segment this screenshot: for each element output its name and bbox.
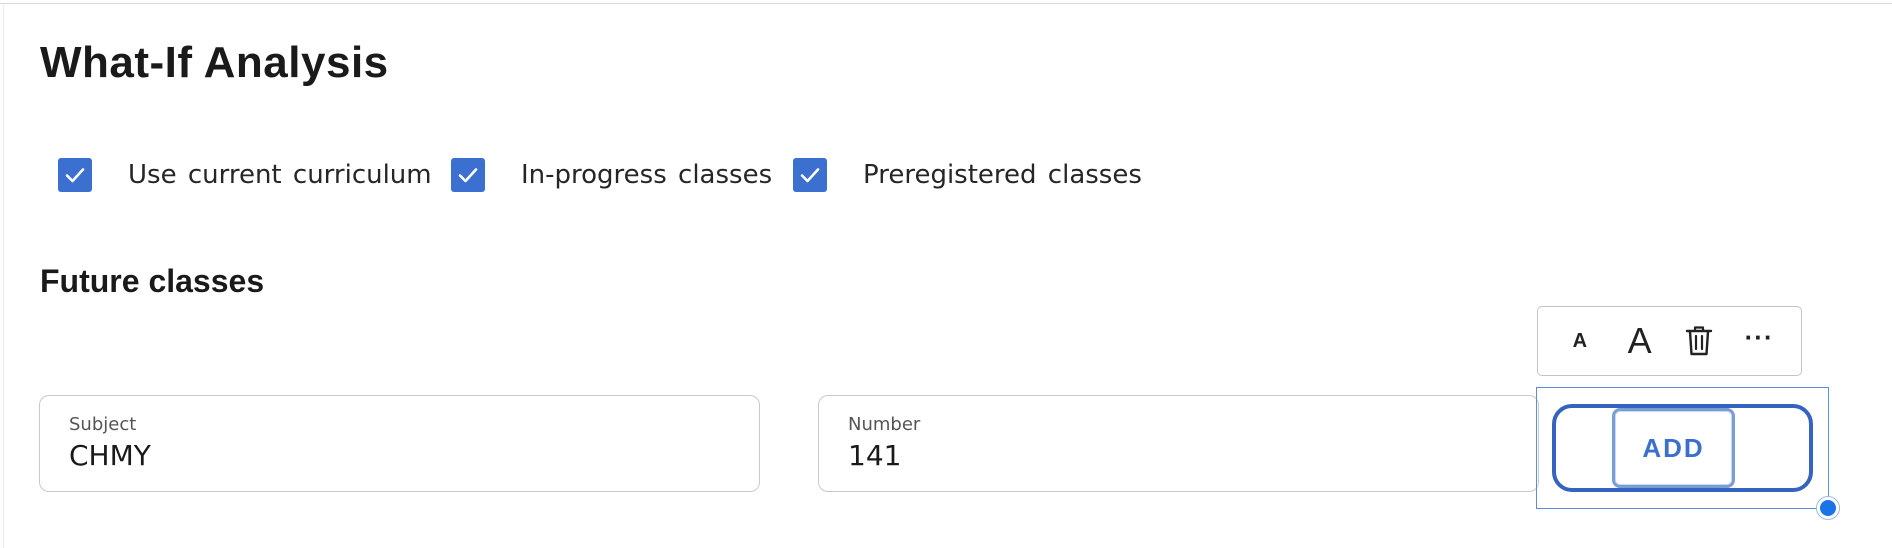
checkbox-in-progress-classes[interactable] <box>451 158 485 192</box>
filter-in-progress-classes[interactable]: In-progress classes <box>451 157 772 193</box>
subject-field[interactable]: Subject <box>39 395 760 492</box>
filter-preregistered-classes[interactable]: Preregistered classes <box>793 157 1142 193</box>
future-classes-heading: Future classes <box>40 263 265 299</box>
number-field[interactable]: Number <box>818 395 1539 492</box>
checkbox-label: Preregistered classes <box>863 160 1142 190</box>
filter-use-current-curriculum[interactable]: Use current curriculum <box>58 157 432 193</box>
resize-handle[interactable] <box>1817 497 1839 519</box>
check-icon <box>458 168 478 183</box>
add-button[interactable]: ADD <box>1612 408 1735 488</box>
check-icon <box>800 168 820 183</box>
checkbox-preregistered-classes[interactable] <box>793 158 827 192</box>
number-input[interactable] <box>848 438 1448 474</box>
subject-label: Subject <box>69 414 137 435</box>
decrease-font-size-button[interactable]: A <box>1558 319 1602 363</box>
subject-input[interactable] <box>69 438 669 474</box>
delete-button[interactable] <box>1677 319 1721 363</box>
check-icon <box>65 168 85 183</box>
number-label: Number <box>848 414 921 435</box>
checkbox-label: In-progress classes <box>521 160 773 190</box>
increase-font-size-button[interactable]: A <box>1618 319 1662 363</box>
top-divider <box>0 3 1892 4</box>
more-options-button[interactable]: ··· <box>1737 315 1781 367</box>
left-divider <box>3 3 4 548</box>
checkbox-use-current-curriculum[interactable] <box>58 158 92 192</box>
checkbox-label: Use current curriculum <box>128 160 432 190</box>
trash-icon <box>1686 326 1713 356</box>
element-toolbar: A A ··· <box>1537 306 1802 376</box>
page-title: What-If Analysis <box>40 38 389 87</box>
